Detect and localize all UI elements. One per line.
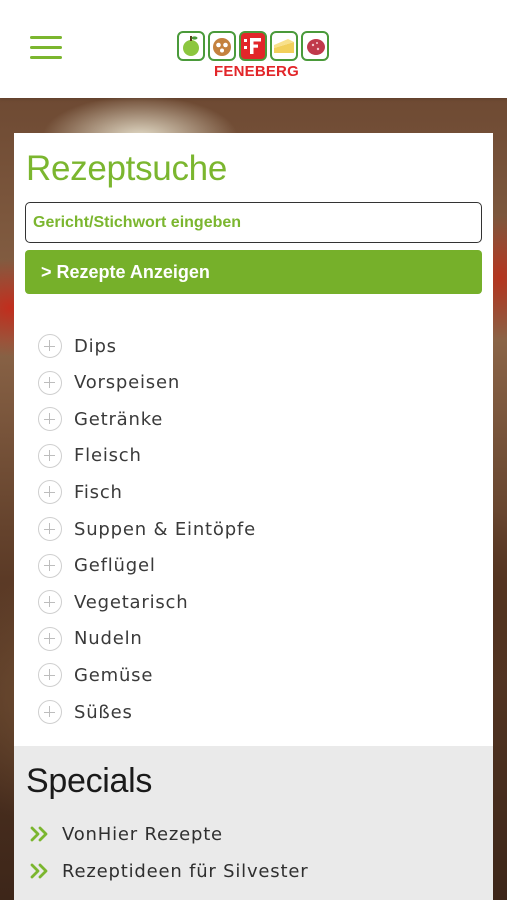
special-link-label: VonHier Rezepte	[62, 823, 223, 845]
category-label: Fisch	[74, 481, 123, 503]
recipe-search-card: Rezeptsuche > Rezepte Anzeigen Dips Vors…	[14, 133, 493, 900]
category-item-vorspeisen[interactable]: Vorspeisen	[38, 368, 180, 398]
category-item-vegetarisch[interactable]: Vegetarisch	[38, 587, 188, 617]
special-link-silvester[interactable]: Rezeptideen für Silvester	[30, 858, 308, 884]
plus-circle-icon	[38, 480, 62, 505]
plus-circle-icon	[38, 443, 62, 468]
feneberg-logo[interactable]: FENEBERG	[177, 31, 332, 81]
plus-circle-icon	[38, 334, 62, 358]
show-recipes-button[interactable]: > Rezepte Anzeigen	[25, 250, 482, 294]
plus-circle-icon	[38, 590, 62, 615]
category-label: Geflügel	[74, 555, 156, 577]
page-title: Rezeptsuche	[26, 149, 227, 188]
cheese-icon	[270, 31, 298, 61]
logo-wordmark: FENEBERG	[214, 63, 299, 80]
double-chevron-right-icon	[30, 826, 48, 842]
category-label: Gemüse	[74, 664, 154, 686]
plus-circle-icon	[38, 700, 62, 724]
category-label: Nudeln	[74, 628, 143, 650]
category-label: Suppen & Eintöpfe	[74, 518, 256, 540]
specials-title: Specials	[26, 762, 153, 800]
category-label: Vegetarisch	[74, 591, 189, 613]
category-item-nudeln[interactable]: Nudeln	[38, 624, 143, 654]
plus-circle-icon	[38, 663, 62, 688]
specials-section: Specials VonHier Rezepte Rezeptideen für…	[14, 746, 493, 900]
special-link-vonhier-rezepte[interactable]: VonHier Rezepte	[30, 821, 223, 847]
search-input[interactable]	[25, 202, 482, 243]
category-item-gefluegel[interactable]: Geflügel	[38, 551, 156, 581]
category-item-suesses[interactable]: Süßes	[38, 697, 133, 727]
sausage-icon	[301, 31, 329, 61]
category-label: Getränke	[74, 408, 164, 430]
category-item-fisch[interactable]: Fisch	[38, 477, 123, 507]
logo-tiles	[177, 31, 332, 63]
pretzel-icon	[208, 31, 236, 61]
category-item-dips[interactable]: Dips	[38, 331, 117, 361]
category-label: Dips	[74, 335, 117, 357]
app-header: FENEBERG	[0, 0, 507, 98]
plus-circle-icon	[38, 626, 62, 651]
category-item-fleisch[interactable]: Fleisch	[38, 441, 142, 471]
category-label: Süßes	[74, 701, 133, 723]
category-item-gemuese[interactable]: Gemüse	[38, 660, 153, 690]
plus-circle-icon	[38, 553, 62, 578]
apple-icon	[177, 31, 205, 61]
hamburger-menu-icon[interactable]	[30, 36, 64, 60]
plus-circle-icon	[38, 407, 62, 432]
plus-circle-icon	[38, 517, 62, 541]
category-item-suppen-eintoepfe[interactable]: Suppen & Eintöpfe	[38, 514, 256, 544]
category-label: Fleisch	[74, 445, 142, 467]
category-label: Vorspeisen	[74, 372, 181, 394]
double-chevron-right-icon	[30, 863, 48, 879]
plus-circle-icon	[38, 370, 62, 395]
category-item-getraenke[interactable]: Getränke	[38, 404, 163, 434]
special-link-label: Rezeptideen für Silvester	[62, 860, 309, 882]
feneberg-f-icon	[239, 31, 267, 61]
